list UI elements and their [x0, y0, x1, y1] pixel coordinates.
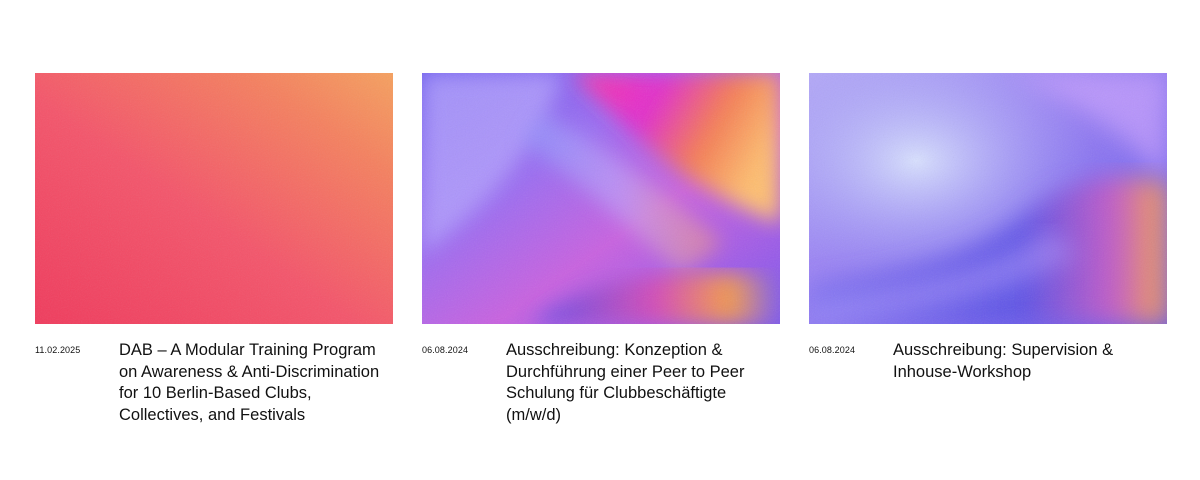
post-thumbnail[interactable] [35, 73, 393, 324]
post-title[interactable]: Ausschreibung: Konzeption & Durchführung… [506, 340, 778, 426]
post-title[interactable]: Ausschreibung: Supervision & Inhouse-Wor… [893, 340, 1165, 383]
post-card[interactable]: 06.08.2024 Ausschreibung: Supervision & … [809, 73, 1167, 473]
post-card[interactable]: 06.08.2024 Ausschreibung: Konzeption & D… [422, 73, 780, 473]
post-date: 06.08.2024 [422, 345, 469, 355]
post-card[interactable]: 11.02.2025 DAB – A Modular Training Prog… [35, 73, 393, 473]
post-thumbnail[interactable] [422, 73, 780, 324]
post-date: 11.02.2025 [35, 345, 81, 355]
post-thumbnail[interactable] [809, 73, 1167, 324]
post-date: 06.08.2024 [809, 345, 856, 355]
post-grid: 11.02.2025 DAB – A Modular Training Prog… [35, 73, 1167, 473]
post-title[interactable]: DAB – A Modular Training Program on Awar… [119, 340, 391, 426]
